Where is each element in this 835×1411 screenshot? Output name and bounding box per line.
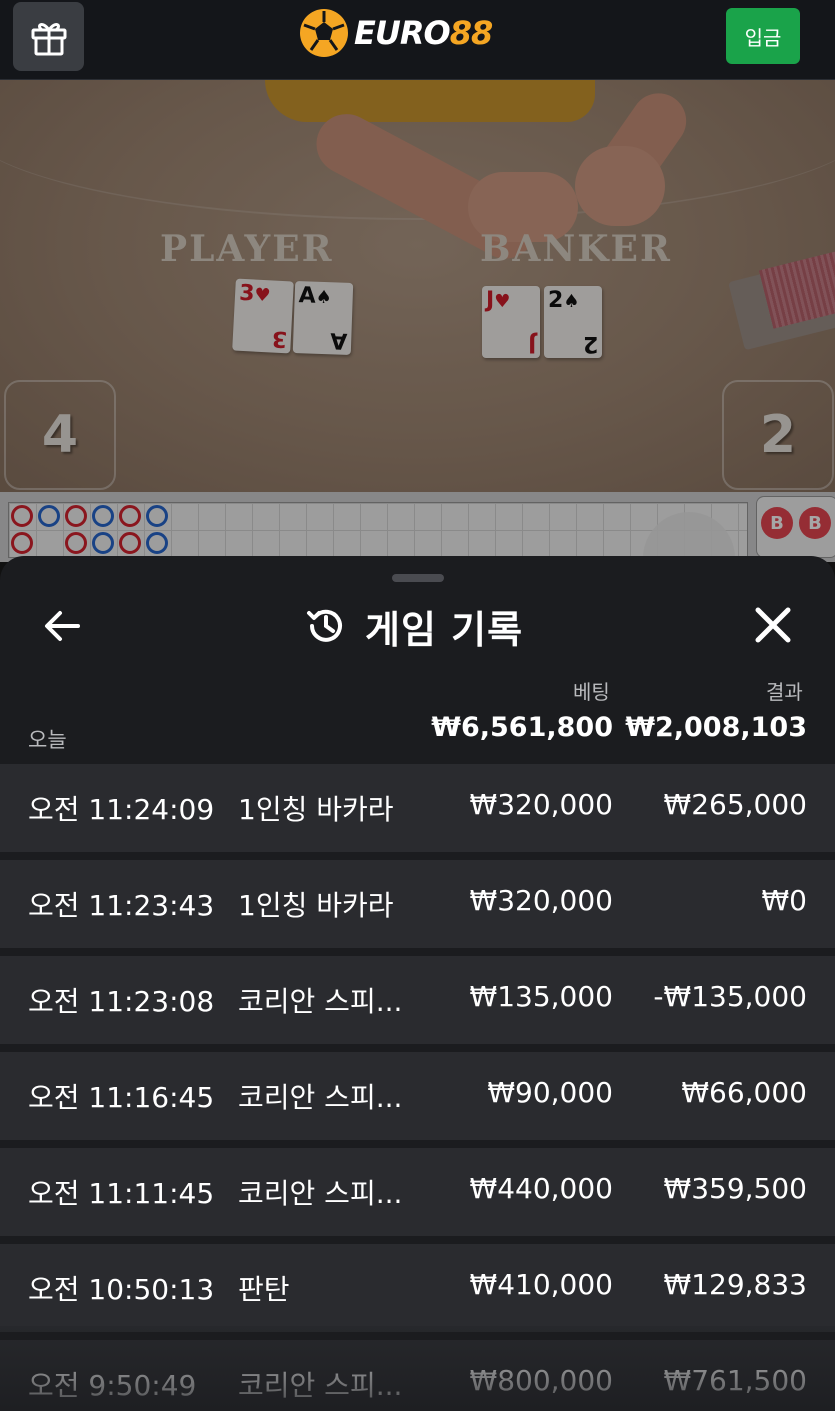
row-result: -₩135,000 [653,980,807,1013]
history-icon [307,609,342,642]
arrow-left-icon [45,611,80,641]
row-time: 오전 11:23:43 [28,889,215,922]
total-bet: ₩6,561,800 [431,712,613,743]
row-game: 판탄 [238,1273,290,1306]
row-game: 코리안 스피... [238,1369,403,1402]
column-header-result: 결과 [766,680,803,704]
history-row[interactable]: 오전 11:16:45 코리안 스피... ₩90,000 ₩66,000 [0,1052,835,1140]
sheet-title: 게임 기록 [365,607,524,652]
modal-backdrop[interactable] [0,80,835,562]
logo-euro: EURO [354,14,451,52]
gift-button[interactable] [13,2,84,71]
row-game: 코리안 스피... [238,1177,403,1210]
row-result: ₩761,500 [663,1364,807,1397]
game-history-sheet: 게임 기록 베팅 결과 오늘 ₩6,561,800 ₩2,008,103 오전 … [0,556,835,1411]
row-bet: ₩410,000 [469,1268,613,1301]
row-time: 오전 11:23:08 [28,985,215,1018]
row-time: 오전 10:50:13 [28,1273,215,1306]
row-bet: ₩800,000 [469,1364,613,1397]
history-row[interactable]: 오전 11:11:45 코리안 스피... ₩440,000 ₩359,500 [0,1148,835,1236]
row-time: 오전 11:24:09 [28,793,215,826]
row-bet: ₩90,000 [487,1076,613,1109]
row-result: ₩0 [761,884,808,917]
row-time: 오전 9:50:49 [28,1369,197,1402]
history-row[interactable]: 오전 11:24:09 1인칭 바카라 ₩320,000 ₩265,000 [0,764,835,852]
row-game: 1인칭 바카라 [238,793,394,826]
logo-88: 88 [449,14,494,52]
top-bar: EURO88 입금 [0,0,835,80]
row-result: ₩66,000 [681,1076,807,1109]
history-row[interactable]: 오전 11:23:08 코리안 스피... ₩135,000 -₩135,000 [0,956,835,1044]
history-row[interactable]: 오전 9:50:49 코리안 스피... ₩800,000 ₩761,500 [0,1340,835,1411]
total-result: ₩2,008,103 [625,712,807,743]
soccer-ball-icon [300,9,348,57]
row-game: 코리안 스피... [238,985,403,1018]
row-game: 1인칭 바카라 [238,889,394,922]
today-label: 오늘 [28,728,67,752]
row-bet: ₩320,000 [469,884,613,917]
summary-header: 베팅 결과 오늘 ₩6,561,800 ₩2,008,103 [0,666,835,756]
row-bet: ₩440,000 [469,1172,613,1205]
sheet-drag-handle[interactable] [392,574,444,582]
row-result: ₩359,500 [663,1172,807,1205]
close-icon [755,607,791,643]
history-row[interactable]: 오전 11:23:43 1인칭 바카라 ₩320,000 ₩0 [0,860,835,948]
column-header-bet: 베팅 [573,680,610,704]
row-result: ₩129,833 [663,1268,807,1301]
deposit-button[interactable]: 입금 [726,8,800,64]
row-bet: ₩135,000 [469,980,613,1013]
row-time: 오전 11:11:45 [28,1177,215,1210]
row-bet: ₩320,000 [469,788,613,821]
gift-icon [31,22,66,55]
row-result: ₩265,000 [663,788,807,821]
sheet-header: 게임 기록 [305,598,523,654]
close-button[interactable] [750,602,796,648]
row-game: 코리안 스피... [238,1081,403,1114]
history-row[interactable]: 오전 10:50:13 판탄 ₩410,000 ₩129,833 [0,1244,835,1332]
back-button[interactable] [40,604,84,648]
row-time: 오전 11:16:45 [28,1081,215,1114]
logo-text: EURO88 [354,14,494,52]
euro88-logo[interactable]: EURO88 [300,8,494,58]
